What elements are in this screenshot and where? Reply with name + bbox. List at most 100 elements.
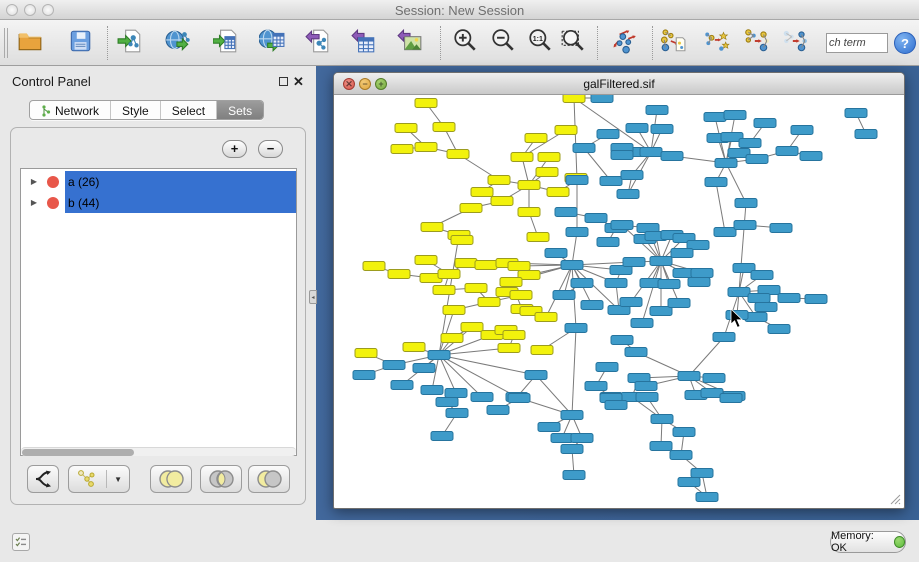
graph-node[interactable] (545, 249, 567, 258)
graph-node[interactable] (703, 374, 725, 383)
graph-node[interactable] (581, 301, 603, 310)
tab-style[interactable]: Style (111, 101, 161, 119)
graph-node[interactable] (436, 398, 458, 407)
graph-node[interactable] (471, 188, 493, 197)
graph-node[interactable] (433, 123, 455, 132)
select-first-neighbors-icon[interactable] (700, 24, 734, 58)
set-intersection-button[interactable] (200, 465, 242, 493)
graph-node[interactable] (363, 262, 385, 271)
graph-node[interactable] (623, 258, 645, 267)
graph-node[interactable] (415, 99, 437, 108)
graph-node[interactable] (565, 324, 587, 333)
import-table-file-icon[interactable] (209, 24, 243, 58)
graph-node[interactable] (563, 471, 585, 480)
graph-node[interactable] (438, 270, 460, 279)
graph-node[interactable] (691, 269, 713, 278)
zoom-fit-icon[interactable] (556, 24, 590, 58)
graph-node[interactable] (720, 394, 742, 403)
graph-node[interactable] (571, 279, 593, 288)
graph-node[interactable] (755, 303, 777, 312)
graph-node[interactable] (573, 144, 595, 153)
zoom-actual-size-icon[interactable]: 1:1 (523, 24, 557, 58)
network-window-titlebar[interactable]: ✕ − + galFiltered.sif (334, 73, 904, 95)
graph-node[interactable] (855, 130, 877, 139)
graph-node[interactable] (845, 109, 867, 118)
graph-node[interactable] (636, 393, 658, 402)
graph-node[interactable] (561, 411, 583, 420)
import-network-file-icon[interactable] (113, 24, 147, 58)
network-graph[interactable] (335, 95, 903, 507)
graph-node[interactable] (704, 113, 726, 122)
graph-node[interactable] (635, 382, 657, 391)
graph-node[interactable] (471, 393, 493, 402)
graph-node[interactable] (611, 221, 633, 230)
graph-node[interactable] (421, 223, 443, 232)
graph-node[interactable] (511, 153, 533, 162)
graph-node[interactable] (555, 126, 577, 135)
graph-node[interactable] (355, 349, 377, 358)
graph-node[interactable] (678, 478, 700, 487)
graph-node[interactable] (508, 262, 530, 271)
graph-node[interactable] (451, 236, 473, 245)
resize-grip-icon[interactable] (889, 493, 901, 505)
set-difference-button[interactable] (248, 465, 290, 493)
graph-node[interactable] (671, 249, 693, 258)
graph-node[interactable] (443, 306, 465, 315)
graph-node[interactable] (353, 371, 375, 380)
graph-node[interactable] (561, 445, 583, 454)
graph-node[interactable] (631, 319, 653, 328)
import-network-url-icon[interactable] (161, 24, 195, 58)
graph-node[interactable] (475, 261, 497, 270)
graph-node[interactable] (650, 442, 672, 451)
graph-node[interactable] (525, 134, 547, 143)
zoom-in-icon[interactable] (448, 24, 482, 58)
remove-set-button[interactable]: − (258, 140, 283, 158)
graph-node[interactable] (421, 386, 443, 395)
graph-node[interactable] (670, 451, 692, 460)
graph-node[interactable] (585, 382, 607, 391)
scrollbar-thumb[interactable] (22, 449, 134, 456)
graph-node[interactable] (805, 295, 827, 304)
graph-node[interactable] (566, 176, 588, 185)
add-set-button[interactable]: + (222, 140, 247, 158)
graph-node[interactable] (555, 208, 577, 217)
graph-node[interactable] (611, 336, 633, 345)
graph-node[interactable] (626, 124, 648, 133)
graph-node[interactable] (728, 288, 750, 297)
graph-node[interactable] (724, 111, 746, 120)
graph-node[interactable] (413, 364, 435, 373)
graph-node[interactable] (461, 323, 483, 332)
graph-node[interactable] (620, 298, 642, 307)
graph-node[interactable] (713, 333, 735, 342)
graph-node[interactable] (547, 188, 569, 197)
graph-node[interactable] (415, 143, 437, 152)
graph-node[interactable] (487, 406, 509, 415)
tab-sets[interactable]: Sets (217, 101, 263, 119)
graph-node[interactable] (714, 228, 736, 237)
list-item-set-a[interactable]: ▶ a (26) (21, 171, 296, 192)
graph-node[interactable] (561, 261, 583, 270)
graph-node[interactable] (625, 348, 647, 357)
graph-node[interactable] (754, 119, 776, 128)
graph-node[interactable] (428, 351, 450, 360)
graph-node[interactable] (640, 148, 662, 157)
set-union-button[interactable] (150, 465, 192, 493)
graph-node[interactable] (600, 177, 622, 186)
graph-node[interactable] (391, 145, 413, 154)
graph-node[interactable] (650, 307, 672, 316)
graph-node[interactable] (621, 171, 643, 180)
graph-node[interactable] (734, 221, 756, 230)
graph-node[interactable] (696, 493, 718, 502)
disclosure-triangle-icon[interactable]: ▶ (21, 177, 47, 186)
graph-node[interactable] (431, 432, 453, 441)
open-session-icon[interactable] (13, 24, 47, 58)
graph-node[interactable] (500, 278, 522, 287)
graph-node[interactable] (536, 168, 558, 177)
graph-node[interactable] (800, 152, 822, 161)
graph-node[interactable] (553, 291, 575, 300)
split-set-button[interactable] (27, 465, 59, 493)
graph-node[interactable] (617, 190, 639, 199)
export-network-icon[interactable] (301, 24, 335, 58)
graph-node[interactable] (566, 228, 588, 237)
task-history-button[interactable] (12, 533, 30, 551)
